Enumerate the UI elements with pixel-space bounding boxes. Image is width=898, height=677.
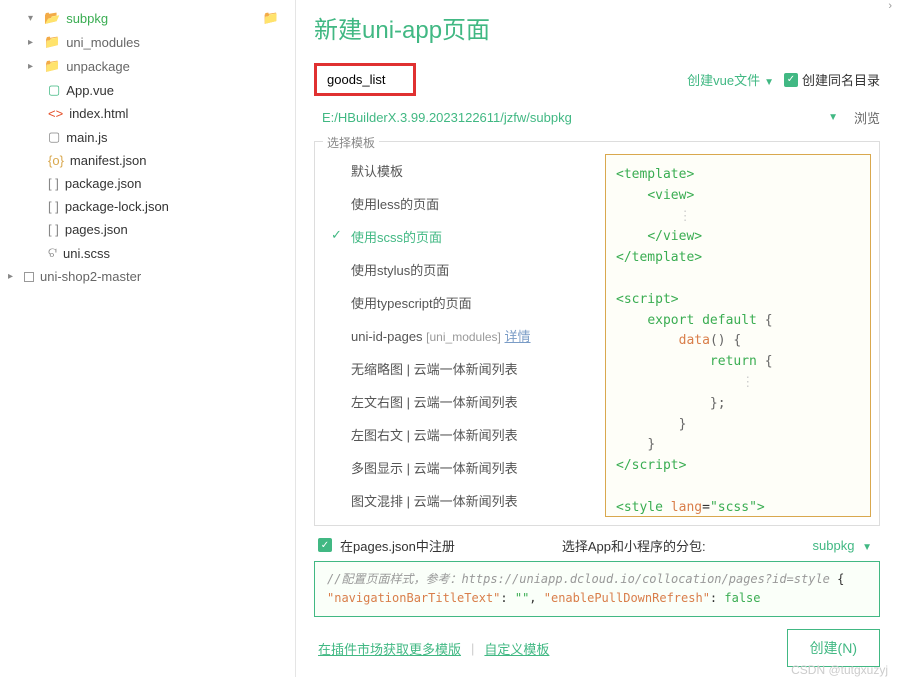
template-nothumb[interactable]: 无缩略图 | 云端一体新闻列表 [323,352,597,385]
folder-icon: 📁 [44,34,60,50]
template-multi[interactable]: 多图显示 | 云端一体新闻列表 [323,451,597,484]
tree-item-uni-shop2-master[interactable]: ▸ uni-shop2-master [0,265,295,288]
tree-item-subpkg[interactable]: ▾ 📂 subpkg 📁 [0,6,295,30]
template-uni-id-pages[interactable]: uni-id-pages [uni_modules] 详情 [323,319,597,352]
tree-item-pages-json[interactable]: [ ] pages.json [0,218,295,241]
code-preview: <template> <view> ⋮ </view> </template> … [605,154,871,517]
json-file-icon: [ ] [48,176,59,191]
config-editor[interactable]: //配置页面样式，参考：https://uniapp.dcloud.io/col… [314,561,880,617]
collapse-icon[interactable]: › [888,0,892,12]
market-link[interactable]: 在插件市场获取更多模版 [318,639,461,658]
template-default[interactable]: 默认模板 [323,154,597,187]
create-button[interactable]: 创建(N) [787,629,880,667]
json-file-icon: {o} [48,153,64,168]
checkmark-icon[interactable]: ✓ [318,538,332,552]
json-file-icon: [ ] [48,222,59,237]
watermark: CSDN @tutgxuzyj [791,663,888,677]
custom-template-link[interactable]: 自定义模板 [484,639,549,658]
chevron-right-icon: ▸ [8,271,18,282]
tree-item-uni-modules[interactable]: ▸ 📁 uni_modules [0,30,295,54]
template-less[interactable]: 使用less的页面 [323,187,597,220]
chevron-down-icon[interactable]: ▼ [828,112,838,123]
chevron-down-icon: ▼ [764,77,774,88]
template-mixed[interactable]: 图文混排 | 云端一体新闻列表 [323,484,597,517]
subpkg-label: 选择App和小程序的分包: [562,536,706,555]
path-display: E:/HBuilderX.3.99.2023122611/jzfw/subpkg [322,110,824,125]
checkmark-icon: ✓ [784,73,798,87]
template-typescript[interactable]: 使用typescript的页面 [323,286,597,319]
tree-item-uni-scss[interactable]: ଟ uni.scss [0,241,295,265]
template-leftright[interactable]: 左文右图 | 云端一体新闻列表 [323,385,597,418]
json-file-icon: [ ] [48,199,59,214]
scss-file-icon: ଟ [48,245,57,261]
sidebar: ▾ 📂 subpkg 📁 ▸ 📁 uni_modules ▸ 📁 unpacka… [0,0,296,677]
template-list[interactable]: 默认模板 使用less的页面 使用scss的页面 使用stylus的页面 使用t… [315,154,605,517]
browse-button[interactable]: 浏览 [854,108,880,127]
template-stylus[interactable]: 使用stylus的页面 [323,253,597,286]
template-rightleft[interactable]: 左图右文 | 云端一体新闻列表 [323,418,597,451]
tree-item-app-vue[interactable]: ▢ App.vue [0,78,295,102]
create-dir-checkbox[interactable]: ✓ 创建同名目录 [784,70,880,89]
template-scss[interactable]: 使用scss的页面 [323,220,597,253]
chevron-down-icon: ▼ [862,542,872,553]
dialog-panel: › 新建uni-app页面 创建vue文件▼ ✓ 创建同名目录 E:/HBuil… [296,0,898,677]
tree-item-unpackage[interactable]: ▸ 📁 unpackage [0,54,295,78]
js-file-icon: ▢ [48,129,60,145]
folder-icon: 📁 [263,10,279,26]
chevron-right-icon: ▸ [28,37,38,48]
tree-item-package-json[interactable]: [ ] package.json [0,172,295,195]
tree-item-main-js[interactable]: ▢ main.js [0,125,295,149]
details-link[interactable]: 详情 [505,329,531,344]
folder-root-icon [24,272,34,282]
vue-file-icon: ▢ [48,82,60,98]
folder-open-icon: 📂 [44,10,60,26]
chevron-down-icon: ▾ [28,13,38,24]
folder-icon: 📁 [44,58,60,74]
register-label: 在pages.json中注册 [340,536,455,555]
fieldset-legend: 选择模板 [323,134,379,151]
tree-item-package-lock-json[interactable]: [ ] package-lock.json [0,195,295,218]
chevron-right-icon: ▸ [28,61,38,72]
html-file-icon: <> [48,106,63,121]
tree-item-manifest-json[interactable]: {o} manifest.json [0,149,295,172]
subpkg-dropdown[interactable]: subpkg ▼ [813,538,872,553]
create-vue-dropdown[interactable]: 创建vue文件▼ [687,70,774,89]
dialog-title: 新建uni-app页面 [314,10,880,45]
page-name-input[interactable] [314,63,416,96]
tree-item-index-html[interactable]: <> index.html [0,102,295,125]
